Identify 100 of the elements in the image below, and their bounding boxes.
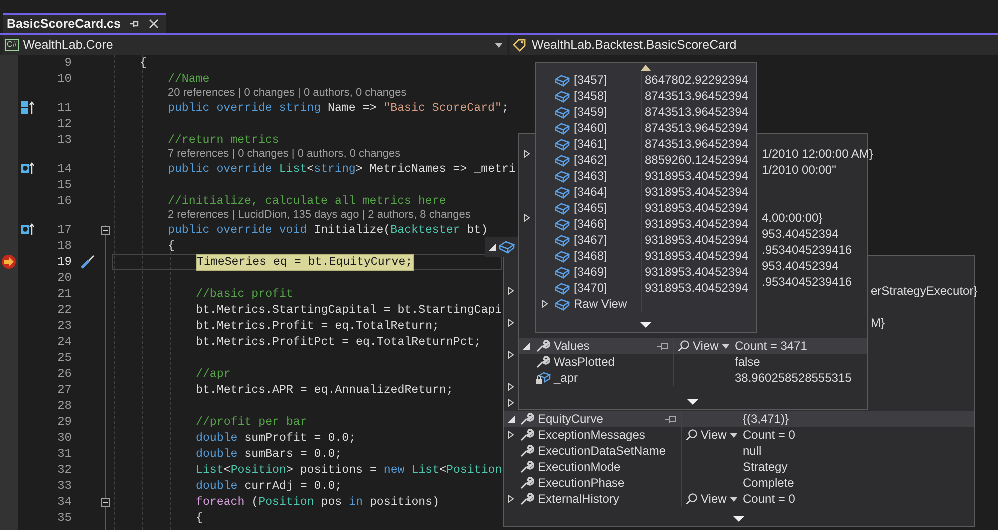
- datatip-row[interactable]: ExecutionPhase Complete: [504, 475, 974, 491]
- line-number: 13: [56, 133, 72, 147]
- member-value: null: [742, 443, 763, 459]
- datatip-row[interactable]: [3462] 8859260.12452394: [536, 152, 756, 168]
- datatip-row[interactable]: [3461] 8743513.96452394: [536, 136, 756, 152]
- expand-arrow-icon[interactable]: [524, 150, 530, 158]
- wrench-icon: [520, 428, 534, 442]
- screwdriver-icon[interactable]: [80, 254, 96, 270]
- datatip-row[interactable]: [3470] 9318953.40452394: [536, 280, 756, 296]
- member-value: 8859260.12452394: [644, 152, 750, 168]
- member-name: [3467]: [574, 232, 608, 248]
- caret-icon[interactable]: [730, 496, 738, 502]
- member-name: [3469]: [574, 264, 608, 280]
- expand-arrow-icon[interactable]: [508, 287, 514, 295]
- line-number: 19: [56, 255, 72, 269]
- datatip-row[interactable]: [3463] 9318953.40452394: [536, 168, 756, 184]
- member-value: Count = 0: [742, 427, 796, 443]
- visualizer-link[interactable]: View: [693, 338, 719, 354]
- member-name: [3466]: [574, 216, 608, 232]
- code-line: //apr: [196, 366, 231, 382]
- expanded-arrow-icon[interactable]: [508, 416, 514, 422]
- member-value: {(3,471)}: [742, 411, 790, 427]
- visualizer-link[interactable]: View: [701, 491, 727, 507]
- expand-arrow-icon[interactable]: [508, 399, 514, 407]
- datatip-row[interactable]: [3457] 8647802.92292394: [536, 72, 756, 88]
- datatip-row[interactable]: [3468] 9318953.40452394: [536, 248, 756, 264]
- datatip-row[interactable]: ExecutionDataSetName null: [504, 443, 974, 459]
- wrench-icon: [520, 492, 534, 506]
- expand-arrow-icon[interactable]: [508, 431, 514, 439]
- caret-icon[interactable]: [730, 432, 738, 438]
- visualizer-link[interactable]: View: [701, 427, 727, 443]
- datatip-row[interactable]: Raw View: [536, 296, 756, 312]
- datatip-row[interactable]: [3459] 8743513.96452394: [536, 104, 756, 120]
- member-name: ExecutionDataSetName: [538, 443, 666, 459]
- expand-arrow-icon[interactable]: [508, 383, 514, 391]
- expanded-arrow-icon[interactable]: [523, 342, 530, 350]
- member-value: Count = 0: [742, 491, 796, 507]
- member-value: .9534045239416: [762, 274, 854, 290]
- wrench-icon: [536, 339, 550, 353]
- expand-arrow-icon[interactable]: [524, 214, 530, 222]
- member-name: _apr: [554, 370, 578, 386]
- line-number: 27: [56, 383, 72, 397]
- collapse-icon[interactable]: [100, 498, 110, 506]
- cube-icon: [555, 90, 570, 102]
- member-value: M}: [871, 315, 886, 331]
- line-number: 35: [56, 511, 72, 525]
- scroll-down-icon[interactable]: [640, 322, 652, 328]
- wrench-icon: [520, 476, 534, 490]
- member-dropdown[interactable]: WealthLab.Backtest.BasicScoreCard: [510, 35, 998, 55]
- datatip-row[interactable]: ExecutionMode Strategy: [504, 459, 974, 475]
- code-line: //profit per bar: [196, 414, 308, 430]
- method-override-icon: [21, 223, 35, 237]
- datatip-row[interactable]: _apr 38.960258528555315: [519, 370, 867, 386]
- datatip-row[interactable]: ExceptionMessages View Count = 0: [504, 427, 974, 443]
- scroll-down-icon[interactable]: [733, 516, 745, 522]
- expand-arrow-icon[interactable]: [508, 319, 514, 327]
- line-number: 31: [56, 447, 72, 461]
- codelens-info: 2 references | LucidDion, 135 days ago | 2 authors, 8 changes: [168, 209, 471, 222]
- expand-arrow-icon[interactable]: [508, 351, 514, 359]
- datatip-row[interactable]: [3458] 8743513.96452394: [536, 88, 756, 104]
- code-line: //Name: [168, 72, 210, 86]
- code-line: public override string Name => "Basic ScoreCard";: [168, 100, 509, 116]
- scroll-down-icon[interactable]: [687, 399, 699, 405]
- datatip-row[interactable]: [3465] 9318953.40452394: [536, 200, 756, 216]
- member-name: ExceptionMessages: [538, 427, 646, 443]
- member-name: EquityCurve: [538, 411, 604, 427]
- datatip-row[interactable]: [3460] 8743513.96452394: [536, 120, 756, 136]
- datatip-row[interactable]: [3467] 9318953.40452394: [536, 232, 756, 248]
- pin-icon[interactable]: [665, 414, 677, 424]
- datatip-row[interactable]: EquityCurve {(3,471)}: [504, 411, 974, 427]
- member-name: Raw View: [574, 296, 628, 312]
- pin-icon[interactable]: [128, 19, 139, 29]
- member-value: 8743513.96452394: [644, 120, 750, 136]
- collapse-icon[interactable]: [100, 226, 110, 234]
- code-line: public override List<string> MetricNames => _metri: [168, 162, 516, 176]
- datatip-row[interactable]: [3464] 9318953.40452394: [536, 184, 756, 200]
- line-number: 10: [56, 72, 72, 86]
- line-number: 29: [56, 415, 72, 429]
- datatip-row[interactable]: Values View Count = 3471: [519, 338, 867, 354]
- caret-icon[interactable]: [722, 344, 730, 348]
- expand-arrow-icon[interactable]: [508, 495, 514, 503]
- close-icon[interactable]: [148, 19, 159, 29]
- member-value: 4.00:00:00}: [762, 210, 824, 226]
- member-name: [3461]: [574, 136, 608, 152]
- datatip-row[interactable]: [3466] 9318953.40452394: [536, 216, 756, 232]
- pin-icon[interactable]: [657, 342, 669, 350]
- member-value: 9318953.40452394: [644, 232, 750, 248]
- scroll-up-icon[interactable]: [641, 64, 651, 70]
- project-dropdown[interactable]: C# WealthLab.Core: [3, 35, 507, 55]
- line-number: 17: [56, 223, 72, 237]
- datatip-row[interactable]: WasPlotted false: [519, 354, 867, 370]
- cube-icon: [555, 282, 570, 294]
- datatip-row[interactable]: [3469] 9318953.40452394: [536, 264, 756, 280]
- expanded-arrow-icon[interactable]: [489, 244, 496, 250]
- file-tab[interactable]: BasicScoreCard.cs: [3, 13, 166, 33]
- line-number: 33: [56, 479, 72, 493]
- expand-arrow-icon[interactable]: [542, 300, 548, 308]
- line-number: 34: [56, 495, 72, 509]
- datatip-row[interactable]: ExternalHistory View Count = 0: [504, 491, 974, 507]
- member-value: Complete: [742, 475, 796, 491]
